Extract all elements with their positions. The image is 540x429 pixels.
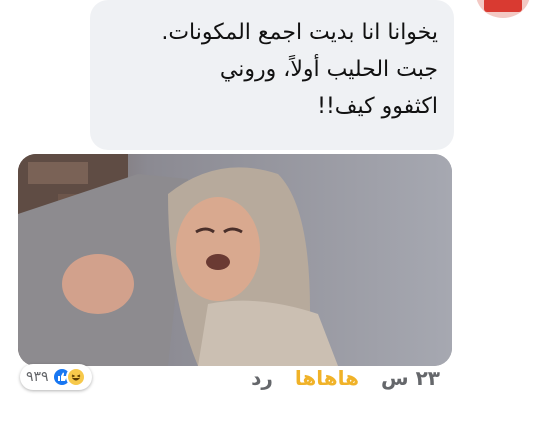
reply-button[interactable]: رد [251,366,273,390]
comment-photo[interactable] [18,154,452,366]
haha-icon [65,367,86,387]
reaction-icons [51,367,86,387]
reaction-summary[interactable]: ٩٣٩ [20,364,92,390]
commenter-avatar[interactable] [476,0,530,18]
comment-bubble: يخوانا انا بديت اجمع المكونات. جبت الحلي… [90,0,454,150]
meme-image [18,154,452,366]
comment-actions: ٢٣ س هاهاها رد [251,366,440,390]
comment-timestamp[interactable]: ٢٣ س [381,366,440,390]
reaction-button[interactable]: هاهاها [295,366,359,390]
reaction-count: ٩٣٩ [26,369,49,385]
comment-line-3: اكثفوو كيف!! [317,94,438,119]
avatar-logo [484,0,522,12]
comment-line-1: يخوانا انا بديت اجمع المكونات. [161,20,438,45]
comment-line-2: جبت الحليب أولاً، وروني [219,57,438,82]
